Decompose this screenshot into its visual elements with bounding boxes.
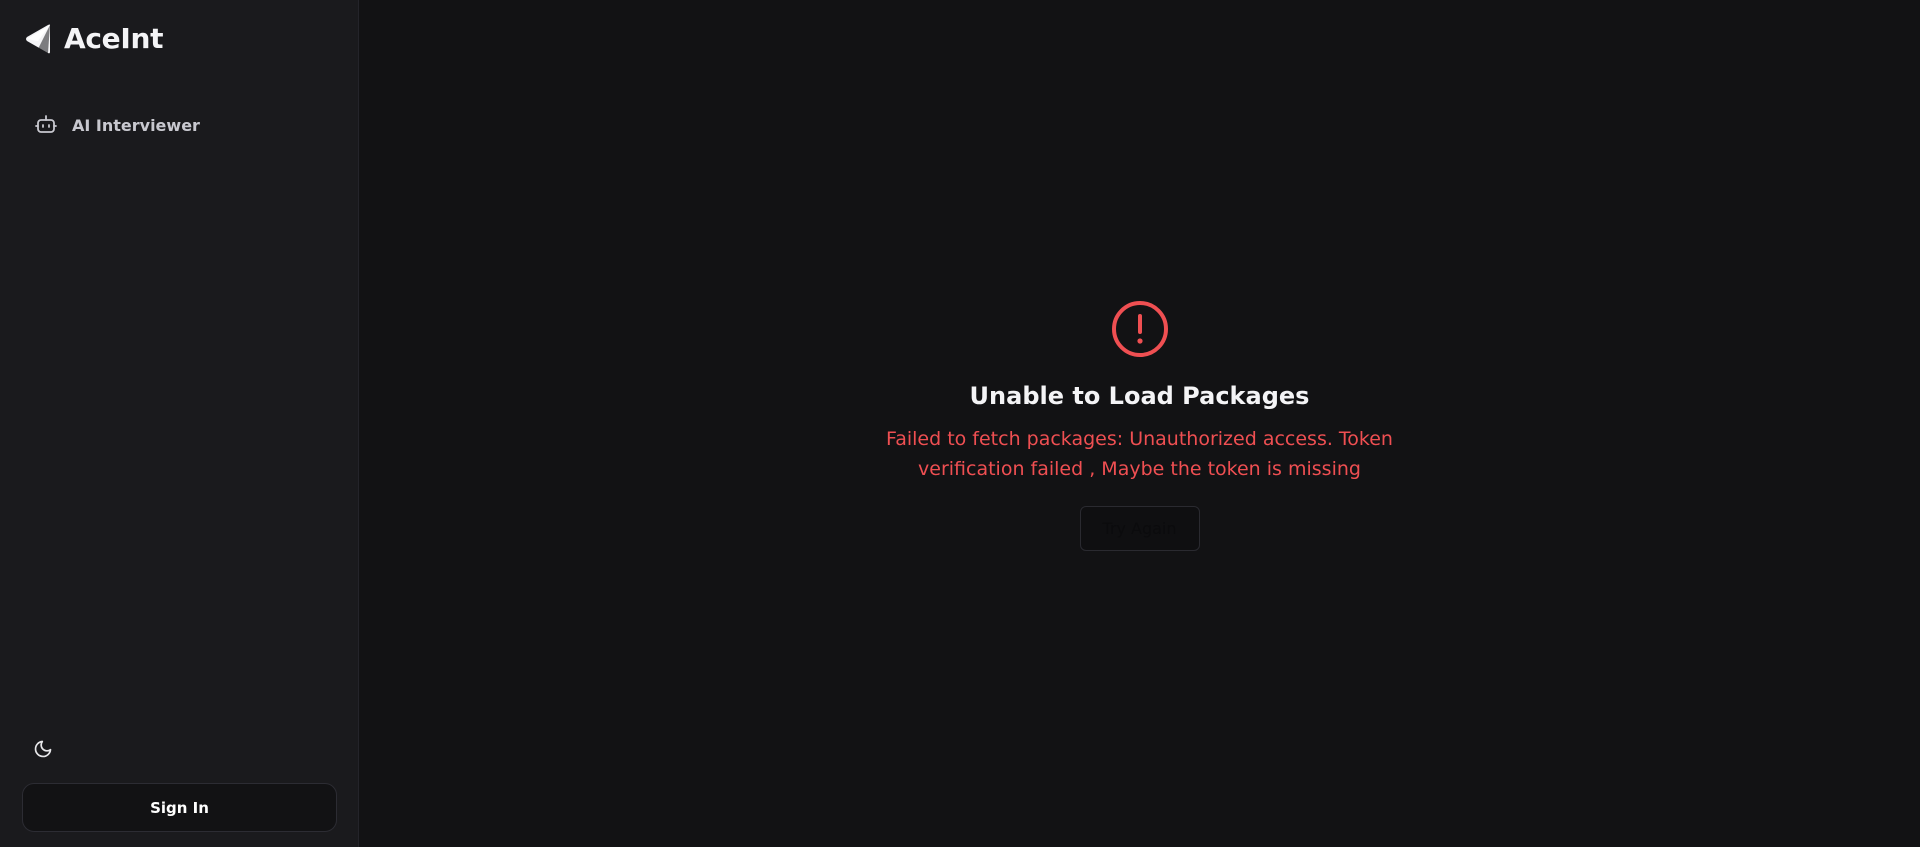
sign-in-button[interactable]: Sign In <box>22 783 337 832</box>
error-title: Unable to Load Packages <box>969 382 1310 410</box>
paper-plane-logo-icon <box>24 23 54 55</box>
app-root: AceInt AI Interviewer Sign In Unable to … <box>0 0 1920 847</box>
error-state: Unable to Load Packages Failed to fetch … <box>359 300 1920 551</box>
sidebar: AceInt AI Interviewer Sign In <box>0 0 359 847</box>
main-content: Unable to Load Packages Failed to fetch … <box>359 0 1920 847</box>
sidebar-item-label: AI Interviewer <box>72 115 200 135</box>
bot-icon <box>34 113 58 137</box>
theme-toggle[interactable] <box>30 738 56 764</box>
moon-icon <box>33 739 53 763</box>
sidebar-nav: AI Interviewer <box>22 106 337 144</box>
try-again-button[interactable]: Try Again <box>1079 506 1200 551</box>
brand-name: AceInt <box>64 22 164 55</box>
error-message: Failed to fetch packages: Unauthorized a… <box>886 428 1393 480</box>
brand[interactable]: AceInt <box>24 22 164 55</box>
sidebar-item-ai-interviewer[interactable]: AI Interviewer <box>22 106 337 144</box>
alert-circle-icon <box>1111 300 1169 358</box>
